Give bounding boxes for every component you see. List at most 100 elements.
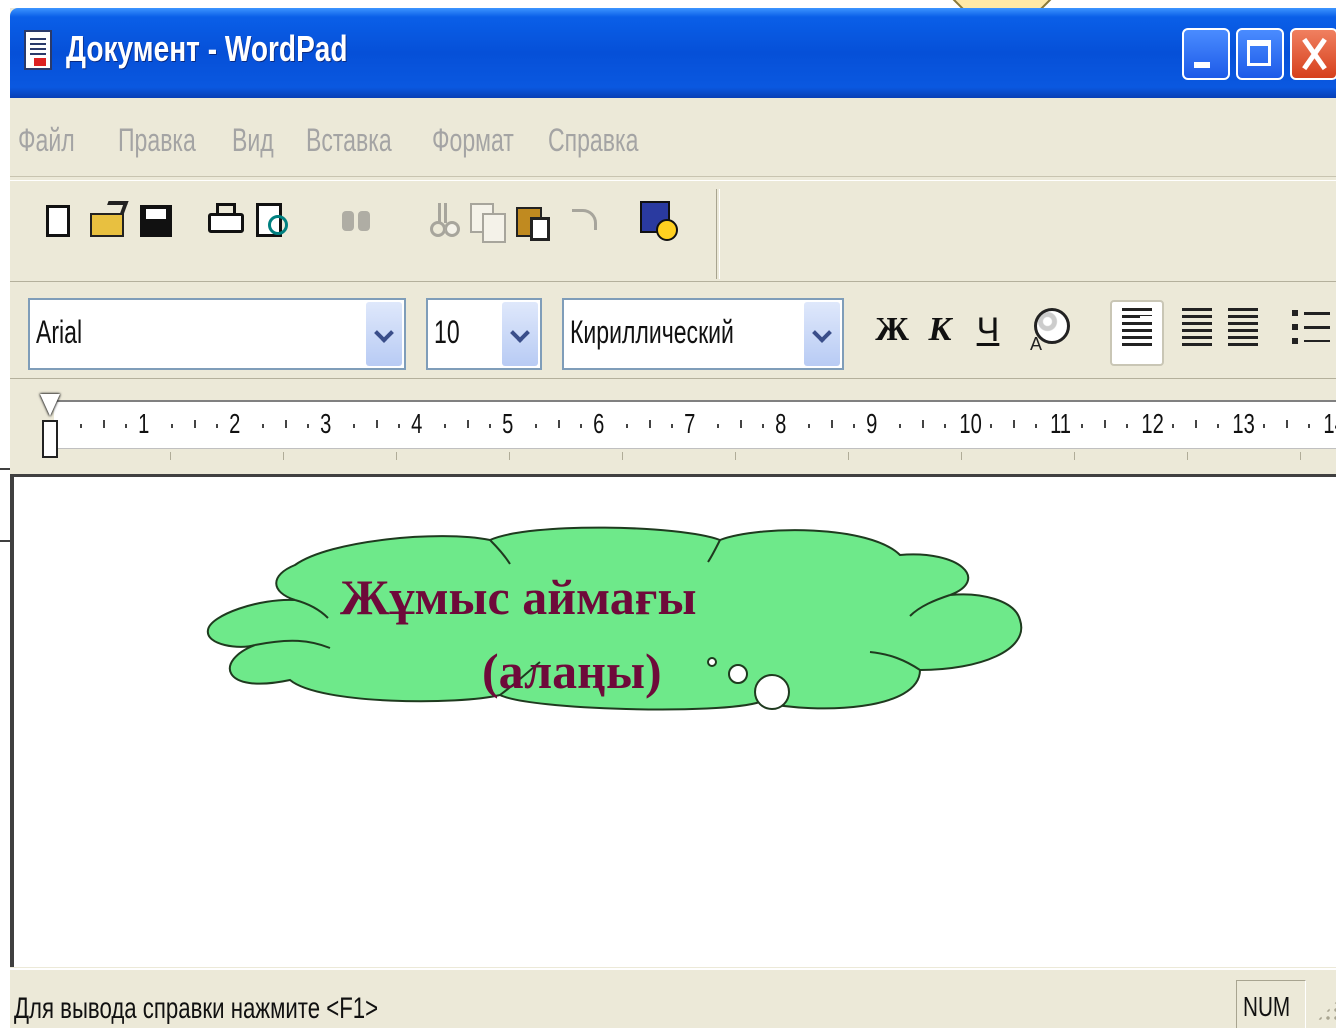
- underline-button[interactable]: Ч: [968, 306, 1008, 354]
- ruler-tick: [1035, 424, 1038, 428]
- ruler-gutter-tick: [170, 452, 171, 460]
- ruler-number: 13: [1232, 408, 1255, 439]
- ruler-tick: [557, 420, 560, 428]
- bold-button[interactable]: Ж: [872, 306, 912, 354]
- status-bar: Для вывода справки нажмите <F1> NUM: [10, 968, 1336, 1028]
- ruler-gutter-tick: [622, 452, 623, 460]
- menu-file[interactable]: Файл: [18, 122, 75, 159]
- ruler-tick: [1126, 424, 1129, 428]
- window-title: Документ - WordPad: [66, 28, 348, 69]
- standard-toolbar: [10, 180, 1336, 282]
- callout-title: Жұмыс аймағы: [340, 569, 697, 625]
- font-size-select[interactable]: 10: [426, 298, 542, 370]
- color-palette-icon[interactable]: [1030, 304, 1070, 356]
- open-folder-icon[interactable]: [90, 201, 126, 241]
- ruler-number: 5: [502, 408, 514, 439]
- ruler[interactable]: 1234567891011121314: [10, 380, 1336, 477]
- font-name-value: Arial: [36, 314, 83, 350]
- minimize-button[interactable]: [1182, 28, 1230, 80]
- resize-grip-icon[interactable]: [1316, 998, 1336, 1022]
- ruler-number: 11: [1050, 408, 1072, 439]
- chevron-down-icon[interactable]: [804, 302, 840, 366]
- first-line-indent-handle[interactable]: [40, 394, 60, 416]
- ruler-tick: [716, 424, 719, 428]
- ruler-tick: [1217, 424, 1220, 428]
- script-select[interactable]: Кириллический: [562, 298, 844, 370]
- maximize-button[interactable]: [1236, 28, 1284, 80]
- chevron-down-icon[interactable]: [366, 302, 402, 366]
- num-lock-panel: NUM: [1236, 980, 1306, 1028]
- ruler-tick: [1308, 424, 1311, 428]
- ruler-number: 14: [1323, 408, 1336, 439]
- font-size-value: 10: [434, 314, 460, 350]
- ruler-tick: [193, 420, 196, 428]
- ruler-tick: [443, 424, 446, 428]
- menu-help[interactable]: Справка: [548, 122, 638, 159]
- ruler-tick: [1012, 420, 1015, 428]
- ruler-gutter-tick: [1187, 452, 1188, 460]
- menu-bar: Файл Правка Вид Вставка Формат Справка: [10, 98, 1336, 177]
- ruler-number: 9: [866, 408, 878, 439]
- ruler-tick: [1194, 420, 1197, 428]
- ruler-tick: [830, 420, 833, 428]
- undo-icon[interactable]: [566, 201, 602, 241]
- font-name-select[interactable]: Arial: [28, 298, 406, 370]
- ruler-tick: [489, 424, 492, 428]
- ruler-tick: [170, 424, 173, 428]
- menu-view[interactable]: Вид: [232, 122, 274, 159]
- date-time-icon[interactable]: [640, 201, 678, 241]
- underline-label: Ч: [976, 311, 1000, 349]
- wordpad-app-icon[interactable]: [24, 30, 52, 70]
- ruler-tick: [1171, 424, 1174, 428]
- ruler-gutter-tick: [735, 452, 736, 460]
- left-indent-handle[interactable]: [42, 420, 58, 458]
- align-right-icon[interactable]: [1228, 308, 1258, 348]
- ruler-number: 10: [959, 408, 982, 439]
- save-disk-icon[interactable]: [138, 201, 174, 241]
- align-center-icon[interactable]: [1182, 308, 1212, 348]
- status-help-text: Для вывода справки нажмите <F1>: [14, 992, 379, 1025]
- ruler-number: 7: [684, 408, 696, 439]
- slide: Документ - WordPad Файл Правка Вид Встав…: [0, 0, 1336, 1028]
- ruler-tick: [261, 424, 264, 428]
- new-document-icon[interactable]: [42, 201, 78, 241]
- toolbar-separator: [716, 189, 720, 279]
- menu-insert[interactable]: Вставка: [306, 122, 392, 159]
- wordpad-window: Документ - WordPad Файл Правка Вид Встав…: [10, 8, 1336, 1028]
- bullets-icon[interactable]: [1292, 308, 1332, 348]
- copy-icon[interactable]: [470, 201, 506, 243]
- cut-scissors-icon[interactable]: [424, 201, 460, 241]
- callout-subtitle: (алаңы): [482, 643, 662, 699]
- ruler-tick: [671, 424, 674, 428]
- ruler-tick: [466, 420, 469, 428]
- ruler-tick: [1103, 420, 1106, 428]
- ruler-tick: [807, 424, 810, 428]
- ruler-number: 3: [320, 408, 332, 439]
- ruler-tick: [79, 424, 82, 428]
- ruler-tick: [375, 420, 378, 428]
- ruler-gutter-tick: [1074, 452, 1075, 460]
- ruler-tick: [739, 420, 742, 428]
- ruler-tick: [307, 424, 310, 428]
- ruler-tick: [216, 424, 219, 428]
- title-bar[interactable]: Документ - WordPad: [10, 8, 1336, 98]
- chevron-down-icon[interactable]: [502, 302, 538, 366]
- ruler-gutter-tick: [961, 452, 962, 460]
- print-preview-icon[interactable]: [254, 201, 290, 241]
- ruler-gutter-tick: [509, 452, 510, 460]
- num-lock-indicator: NUM: [1243, 991, 1291, 1022]
- align-left-icon[interactable]: [1122, 308, 1152, 348]
- ruler-strip: 1234567891011121314: [54, 400, 1336, 449]
- print-icon[interactable]: [208, 201, 244, 241]
- find-binoculars-icon[interactable]: [340, 201, 376, 241]
- italic-button[interactable]: К: [920, 306, 960, 354]
- menu-format[interactable]: Формат: [432, 122, 514, 159]
- close-button[interactable]: [1290, 28, 1336, 80]
- ruler-gutter-tick: [848, 452, 849, 460]
- ruler-gutter-tick: [396, 452, 397, 460]
- ruler-tick: [352, 424, 355, 428]
- paste-icon[interactable]: [516, 201, 552, 241]
- menu-edit[interactable]: Правка: [118, 122, 196, 159]
- ruler-tick: [284, 420, 287, 428]
- ruler-tick: [898, 424, 901, 428]
